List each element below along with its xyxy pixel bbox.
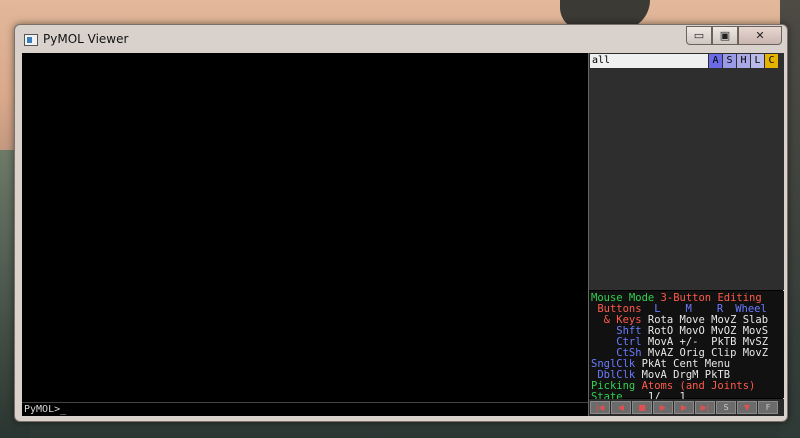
sculpt-button[interactable]: S xyxy=(716,401,736,414)
close-button[interactable]: ✕ xyxy=(738,26,782,45)
object-name[interactable]: all xyxy=(590,54,708,68)
scene-menu-button[interactable]: ▼ xyxy=(737,401,757,414)
object-row-all[interactable]: all A S H L C xyxy=(589,54,784,68)
minimize-button[interactable]: ▭ xyxy=(686,26,712,45)
rewind-button[interactable]: |◀ xyxy=(590,401,610,414)
window-title: PyMOL Viewer xyxy=(43,32,129,46)
object-list[interactable]: all A S H L C xyxy=(589,53,784,290)
title-bar[interactable]: PyMOL Viewer ▭ ▣ ✕ xyxy=(15,25,787,53)
end-button[interactable]: ▶| xyxy=(695,401,715,414)
back-button[interactable]: ◀ xyxy=(611,401,631,414)
command-cursor: _ xyxy=(60,404,67,415)
3d-viewport[interactable] xyxy=(22,53,588,402)
window-controls: ▭ ▣ ✕ xyxy=(686,26,782,45)
mouse-mode-panel[interactable]: Mouse Mode 3-Button Editing Buttons LMRW… xyxy=(589,291,784,402)
movie-transport-bar: |◀ ◀ ■ ▶ ▶ ▶| S ▼ F xyxy=(589,399,784,416)
command-prompt: PyMOL> xyxy=(24,404,61,415)
hide-button[interactable]: H xyxy=(737,54,750,68)
label-button[interactable]: L xyxy=(751,54,764,68)
app-icon[interactable] xyxy=(24,34,38,46)
show-button[interactable]: S xyxy=(723,54,736,68)
forward-button[interactable]: ▶ xyxy=(674,401,694,414)
control-panel: all A S H L C Mouse Mode 3-Button Editin… xyxy=(588,53,784,416)
fullscreen-button[interactable]: F xyxy=(758,401,778,414)
action-button[interactable]: A xyxy=(709,54,722,68)
play-button[interactable]: ▶ xyxy=(653,401,673,414)
command-line[interactable]: PyMOL>_ xyxy=(22,402,588,416)
maximize-button[interactable]: ▣ xyxy=(712,26,738,45)
pymol-window: PyMOL Viewer ▭ ▣ ✕ PyMOL>_ all A S H L C… xyxy=(14,24,788,422)
color-button[interactable]: C xyxy=(765,54,778,68)
stop-button[interactable]: ■ xyxy=(632,401,652,414)
